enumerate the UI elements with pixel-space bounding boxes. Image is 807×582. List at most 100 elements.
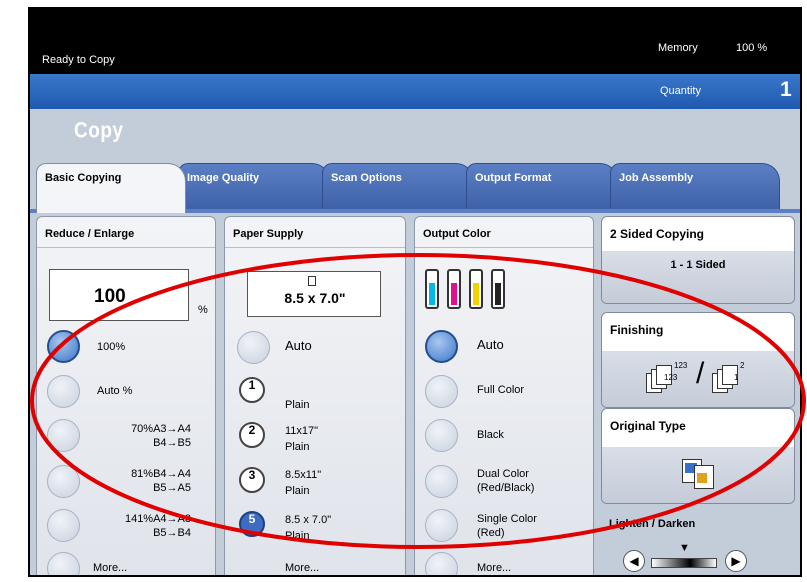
radio-70-percent[interactable]	[47, 419, 80, 452]
tray-1-button[interactable]: 1	[239, 377, 265, 403]
radio-paper-auto[interactable]	[237, 331, 270, 364]
stack-label: 2	[740, 361, 745, 370]
toner-black-icon	[491, 269, 505, 309]
option-label: 81%B4→A4	[131, 468, 191, 480]
radio-auto-percent[interactable]	[47, 375, 80, 408]
stack-label: 1	[734, 373, 739, 382]
tab-job-assembly[interactable]: Job Assembly	[610, 163, 780, 209]
option-label: More...	[93, 562, 128, 574]
tray-number: 3	[248, 468, 256, 482]
radio-full-color[interactable]	[425, 375, 458, 408]
tray-size: 8.5x11"	[285, 469, 322, 481]
paper-icon	[308, 276, 316, 286]
tray-3-button[interactable]: 3	[239, 467, 265, 493]
stack-label: 123	[674, 361, 688, 370]
tray-2-button[interactable]: 2	[239, 422, 265, 448]
quantity-bar: Quantity 1	[30, 74, 800, 109]
tray-size: 11x17"	[285, 425, 319, 437]
radio-color-more[interactable]	[425, 552, 458, 575]
paper-supply-value-field[interactable]: 8.5 x 7.0"	[247, 271, 381, 317]
two-sided-copying-button[interactable]: 2 Sided Copying 1 - 1 Sided	[601, 216, 795, 304]
divider	[415, 247, 593, 248]
two-sided-value-area: 1 - 1 Sided	[602, 251, 794, 303]
slash-divider: /	[696, 357, 705, 390]
option-sublabel: B4→B5	[153, 437, 191, 449]
divider	[225, 247, 405, 248]
tab-image-quality[interactable]: Image Quality	[178, 163, 330, 209]
tray-type: Plain	[285, 399, 310, 411]
finishing-button[interactable]: Finishing 123 123 / 2 1	[601, 312, 795, 408]
radio-81-percent[interactable]	[47, 465, 80, 498]
memory-label: Memory	[658, 42, 698, 54]
arrow-right-icon: ▶	[731, 554, 741, 568]
two-sided-title: 2 Sided Copying	[610, 227, 705, 241]
toner-magenta-icon	[447, 269, 461, 309]
tray-number: 5	[248, 512, 256, 526]
toner-icons	[425, 265, 515, 315]
radio-dual-color[interactable]	[425, 465, 458, 498]
paper-auto-label: Auto	[285, 338, 312, 353]
lighten-button[interactable]: ◀	[623, 550, 645, 572]
tray-number: 1	[248, 378, 256, 392]
option-label: 100%	[97, 341, 126, 353]
original-type-button[interactable]: Original Type	[601, 408, 795, 504]
finishing-title: Finishing	[610, 323, 664, 337]
darken-button[interactable]: ▶	[725, 550, 747, 572]
status-bar: Ready to Copy Memory 100 %	[30, 9, 800, 74]
radio-color-auto[interactable]	[425, 330, 458, 363]
reduce-enlarge-panel: Reduce / Enlarge 100 % 100% Auto % 70%A3…	[36, 216, 216, 575]
option-label: Black	[477, 429, 504, 441]
tab-scan-options[interactable]: Scan Options	[322, 163, 474, 209]
lighten-darken-control: Lighten / Darken ◀ ▼ ▶	[601, 506, 795, 575]
status-message: Ready to Copy	[42, 54, 115, 66]
lighten-darken-title: Lighten / Darken	[609, 518, 696, 530]
memory-value: 100 %	[736, 42, 768, 54]
option-label: Full Color	[477, 384, 525, 396]
paper-supply-title: Paper Supply	[233, 228, 304, 240]
option-sublabel: B5→A5	[153, 482, 191, 494]
percent-unit: %	[198, 304, 208, 316]
reduce-enlarge-value: 100	[94, 286, 126, 307]
tray-number: 2	[248, 423, 256, 437]
reduce-enlarge-title: Reduce / Enlarge	[45, 228, 135, 240]
tab-output-format[interactable]: Output Format	[466, 163, 618, 209]
radio-141-percent[interactable]	[47, 509, 80, 542]
density-pointer-icon: ▼	[679, 542, 690, 554]
option-sublabel: B5→B4	[153, 527, 191, 539]
tray-size: 8.5 x 7.0"	[285, 514, 332, 526]
app-title: Copy	[74, 119, 124, 144]
stack-label: 123	[664, 373, 678, 382]
finishing-icon-area: 123 123 / 2 1	[602, 351, 794, 407]
tray-type: Plain	[285, 485, 310, 497]
tab-label: Image Quality	[187, 172, 260, 184]
output-color-panel: Output Color Auto Full Color Black Dual …	[414, 216, 594, 575]
output-color-title: Output Color	[423, 228, 491, 240]
option-label: 70%A3→A4	[131, 423, 191, 435]
paper-more-button[interactable]: More...	[285, 562, 319, 575]
radio-black[interactable]	[425, 419, 458, 452]
tray-type: Plain	[285, 441, 310, 453]
option-label: Auto %	[97, 385, 133, 397]
option-label: Auto	[477, 337, 504, 352]
photo-text-document-icon	[682, 459, 716, 489]
radio-100-percent[interactable]	[47, 330, 80, 363]
tray-type: Plain	[285, 530, 310, 542]
option-label: 141%A4→A3	[124, 513, 191, 525]
option-label: Single Color	[477, 513, 537, 525]
toner-yellow-icon	[469, 269, 483, 309]
option-sublabel: (Red)	[477, 527, 505, 539]
density-scale	[651, 558, 717, 568]
option-label: Dual Color	[477, 468, 529, 480]
tab-label: Output Format	[475, 172, 552, 184]
radio-single-color[interactable]	[425, 509, 458, 542]
arrow-left-icon: ◀	[629, 554, 639, 568]
tab-label: Job Assembly	[619, 172, 694, 184]
quantity-label: Quantity	[660, 85, 701, 97]
tab-label: Scan Options	[331, 172, 402, 184]
tab-basic-copying[interactable]: Basic Copying	[36, 163, 186, 213]
reduce-enlarge-value-field[interactable]: 100	[49, 269, 189, 321]
radio-more[interactable]	[47, 552, 80, 575]
quantity-value: 1	[780, 78, 792, 101]
divider	[37, 247, 215, 248]
tray-5-button[interactable]: 5	[239, 511, 265, 537]
